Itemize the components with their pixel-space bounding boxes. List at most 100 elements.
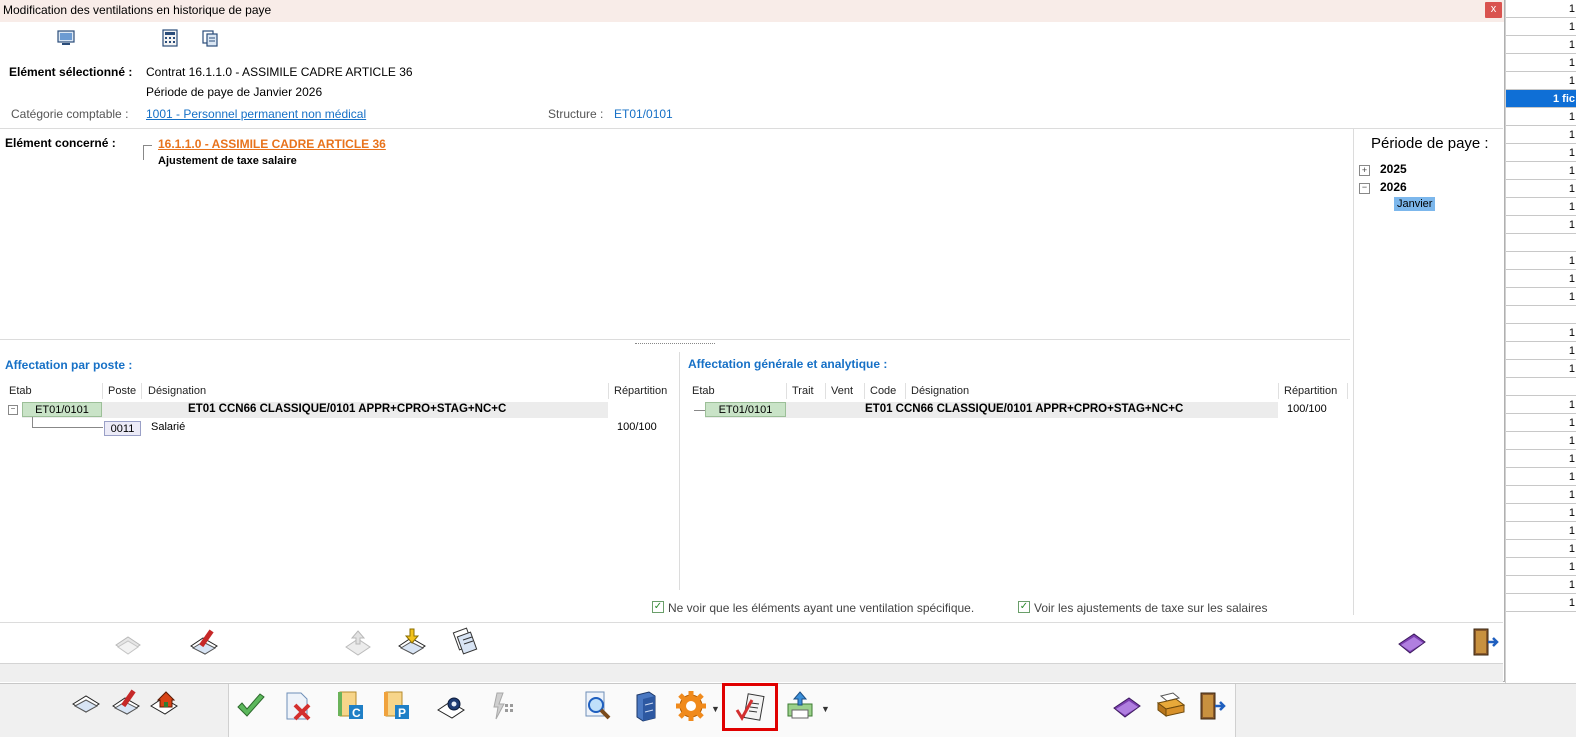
list-row[interactable]: 1 (1506, 180, 1576, 198)
list-row[interactable]: 1 (1506, 486, 1576, 504)
list-row[interactable]: 1 (1506, 468, 1576, 486)
documents-icon[interactable] (201, 29, 219, 47)
list-row[interactable]: 1 (1506, 54, 1576, 72)
year-2026[interactable]: 2026 (1380, 180, 1407, 194)
month-janvier[interactable]: Janvier (1394, 197, 1436, 211)
download-icon[interactable] (396, 626, 428, 658)
concerned-parent-link[interactable]: 16.1.1.0 - ASSIMILE CADRE ARTICLE 36 (158, 137, 386, 151)
cabinet-icon[interactable] (629, 690, 661, 722)
column-header-designation[interactable]: Désignation (148, 385, 206, 397)
list-row[interactable]: 1 fic (1506, 90, 1576, 108)
upload-disabled-icon[interactable] (342, 627, 374, 659)
year-2025[interactable]: 2025 (1380, 162, 1407, 176)
print-dropdown-arrow-icon[interactable]: ▼ (821, 704, 830, 714)
home-document-icon[interactable] (148, 686, 180, 718)
cancel-document-icon[interactable] (281, 690, 313, 722)
list-row[interactable]: 1 (1506, 252, 1576, 270)
concerned-child[interactable]: Ajustement de taxe salaire (158, 155, 297, 167)
specific-ventilation-checkbox[interactable]: ✓ (652, 601, 664, 613)
search-document-icon[interactable] (581, 690, 613, 722)
validate-check-icon[interactable] (235, 690, 267, 722)
list-row[interactable]: 1 (1506, 162, 1576, 180)
printer-icon[interactable] (1155, 690, 1187, 722)
etab-cell[interactable]: ET01/0101 (22, 402, 102, 417)
column-header-vent[interactable]: Vent (831, 385, 853, 397)
list-row[interactable]: 1 (1506, 360, 1576, 378)
list-row[interactable]: 1 (1506, 216, 1576, 234)
list-row[interactable]: 1 (1506, 18, 1576, 36)
purple-book-icon[interactable] (1111, 690, 1143, 722)
column-header-repartition[interactable]: Répartition (614, 385, 667, 397)
list-row[interactable]: 1 (1506, 504, 1576, 522)
new-document-disabled-icon[interactable] (112, 627, 144, 659)
printer-upload-icon[interactable] (785, 690, 817, 722)
highlighted-action-frame[interactable] (722, 683, 778, 731)
list-row[interactable]: 1 (1506, 342, 1576, 360)
edit-document-icon[interactable] (110, 686, 142, 718)
poste-cell[interactable]: 0011 (104, 421, 141, 436)
purple-book-icon[interactable] (1396, 626, 1428, 658)
column-header-poste[interactable]: Poste (108, 385, 136, 397)
column-header-designation[interactable]: Désignation (911, 385, 969, 397)
list-row[interactable]: 1 (1506, 396, 1576, 414)
window-title: Modification des ventilations en histori… (3, 3, 272, 17)
tax-adjustments-checkbox[interactable]: ✓ (1018, 601, 1030, 613)
collapse-2026-icon[interactable]: − (1359, 183, 1370, 194)
list-row[interactable]: 1 (1506, 450, 1576, 468)
list-row[interactable]: 1 (1506, 558, 1576, 576)
document-icon[interactable] (70, 686, 102, 718)
gear-document-icon[interactable] (435, 690, 467, 722)
exit-door-icon[interactable] (1468, 626, 1500, 658)
list-row[interactable]: 1 (1506, 576, 1576, 594)
monitor-icon[interactable] (57, 29, 75, 47)
list-row[interactable]: 1 (1506, 270, 1576, 288)
settings-dropdown-arrow-icon[interactable]: ▼ (711, 704, 720, 714)
action-toolbar: C P ▼ ▼ (228, 683, 1236, 737)
c-document-icon[interactable]: C (335, 690, 367, 722)
exit-door-icon[interactable] (1195, 690, 1227, 722)
background-list: 111111 fic 1 1 1 1 1 1 1 1 1 1 1 1 1 1 1 1 1 1 1 1 1 1 1 1 1 (1505, 0, 1576, 736)
calculator-icon[interactable] (161, 29, 179, 47)
column-header-trait[interactable]: Trait (792, 385, 814, 397)
tax-adjustments-label[interactable]: Voir les ajustements de taxe sur les sal… (1034, 601, 1267, 615)
copy-documents-icon[interactable] (450, 626, 482, 658)
column-header-etab[interactable]: Etab (692, 385, 715, 397)
settings-gear-icon[interactable] (675, 690, 707, 722)
expand-2025-icon[interactable]: + (1359, 165, 1370, 176)
dialog-window: Modification des ventilations en histori… (0, 0, 1505, 682)
category-link[interactable]: 1001 - Personnel permanent non médical (146, 107, 366, 121)
list-row[interactable]: 1 (1506, 414, 1576, 432)
column-header-code[interactable]: Code (870, 385, 896, 397)
lightning-grid-disabled-icon[interactable] (487, 690, 519, 722)
list-row[interactable]: 1 (1506, 432, 1576, 450)
list-row[interactable] (1506, 234, 1576, 252)
column-separator (141, 383, 142, 399)
column-header-etab[interactable]: Etab (9, 385, 32, 397)
list-row[interactable]: 1 (1506, 0, 1576, 18)
list-row[interactable]: 1 (1506, 36, 1576, 54)
list-row[interactable]: 1 (1506, 540, 1576, 558)
edit-document-icon[interactable] (188, 626, 220, 658)
list-row[interactable]: 1 (1506, 522, 1576, 540)
list-row[interactable]: 1 (1506, 324, 1576, 342)
p-document-icon[interactable]: P (381, 690, 413, 722)
splitter-grip[interactable] (635, 343, 715, 346)
specific-ventilation-label[interactable]: Ne voir que les éléments ayant une venti… (668, 601, 974, 615)
checklist-validation-icon[interactable] (733, 692, 767, 724)
list-row[interactable]: 1 (1506, 198, 1576, 216)
list-row[interactable]: 1 (1506, 108, 1576, 126)
section-title-poste: Affectation par poste : (5, 358, 133, 372)
list-row[interactable]: 1 (1506, 288, 1576, 306)
list-row[interactable]: 1 (1506, 126, 1576, 144)
list-row[interactable]: 1 (1506, 594, 1576, 612)
list-row[interactable]: 1 (1506, 72, 1576, 90)
list-row[interactable] (1506, 378, 1576, 396)
etab-cell[interactable]: ET01/0101 (705, 402, 786, 417)
list-row[interactable]: 1 (1506, 144, 1576, 162)
collapse-row-icon[interactable]: − (8, 405, 18, 415)
close-button[interactable]: x (1485, 2, 1502, 18)
list-row[interactable] (1506, 306, 1576, 324)
column-header-repartition[interactable]: Répartition (1284, 385, 1337, 397)
period-title: Période de paye : (1371, 135, 1489, 152)
column-separator (608, 383, 609, 399)
